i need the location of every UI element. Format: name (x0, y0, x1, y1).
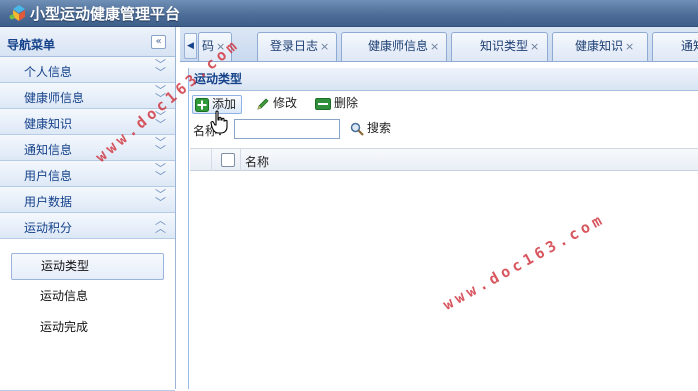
grid-column-divider (240, 149, 241, 171)
close-icon[interactable]: × (216, 40, 225, 53)
sidebar-header: 导航菜单 « (0, 27, 175, 57)
double-chevron-down-icon: ﹀ ﹀ (155, 110, 166, 131)
minus-box-icon (315, 97, 331, 110)
search-icon (350, 122, 364, 136)
close-icon[interactable]: × (430, 40, 439, 53)
tab-bar: ◀ 码× 登录日志× 健康师信息× 知识类型× 健康知识× 通知 (180, 27, 698, 62)
sidebar-item-exercise-points[interactable]: 运动积分 ︿ ︿ (0, 213, 175, 239)
sidebar-item-label: 健康师信息 (24, 91, 85, 105)
sidebar-item-label: 健康知识 (24, 117, 73, 131)
sidebar-subitem-exercise-types[interactable]: 运动类型 (11, 253, 164, 280)
sidebar-title: 导航菜单 (7, 38, 56, 52)
double-chevron-down-icon: ﹀ ﹀ (155, 162, 166, 183)
tab-label: 码 (202, 39, 215, 53)
double-chevron-down-icon: ﹀ ﹀ (155, 188, 166, 209)
pencil-icon (257, 97, 269, 110)
add-button-label: 添加 (212, 97, 237, 111)
sidebar-item-label: 运动积分 (24, 221, 73, 235)
sidebar-item-users[interactable]: 用户信息 ﹀ ﹀ (0, 161, 175, 187)
double-chevron-up-icon: ︿ ︿ (155, 214, 166, 235)
sidebar-item-label: 用户数据 (24, 195, 73, 209)
sidebar-item-user-data[interactable]: 用户数据 ﹀ ﹀ (0, 187, 175, 213)
sidebar-item-label: 通知信息 (24, 143, 73, 157)
search-button[interactable]: 搜索 (350, 120, 391, 139)
sidebar-subitem-exercise-info[interactable]: 运动信息 (11, 284, 164, 311)
grid-body (190, 172, 698, 389)
double-chevron-down-icon: ﹀ ﹀ (155, 58, 166, 79)
tab-label: 健康师信息 (368, 39, 429, 53)
tab-scroll-left-icon[interactable]: ◀ (184, 33, 197, 59)
tab-password[interactable]: 码 × (198, 32, 232, 61)
search-button-label: 搜索 (367, 121, 392, 135)
content-panel: 运动类型 添加 修改 删除 名称： 搜索 名称 (188, 68, 698, 389)
sidebar-item-health-knowledge[interactable]: 健康知识 ﹀ ﹀ (0, 109, 175, 135)
sidebar-item-label: 个人信息 (24, 65, 73, 79)
grid-header: 名称 (190, 148, 698, 171)
tab-health-coach-info[interactable]: 健康师信息 × (341, 32, 447, 61)
sidebar-item-health-coach[interactable]: 健康师信息 ﹀ ﹀ (0, 83, 175, 109)
sidebar-item-label: 用户信息 (24, 169, 73, 183)
search-row: 名称： 搜索 (189, 117, 698, 143)
tab-notifications[interactable]: 通知 (652, 32, 698, 61)
sidebar-submenu: 运动类型 运动信息 运动完成 (0, 239, 175, 391)
double-chevron-down-icon: ﹀ ﹀ (155, 136, 166, 157)
sidebar-item-notifications[interactable]: 通知信息 ﹀ ﹀ (0, 135, 175, 161)
close-icon[interactable]: × (530, 40, 539, 53)
close-icon[interactable]: × (320, 40, 329, 53)
add-icon (195, 97, 209, 112)
edit-button-label: 修改 (273, 96, 298, 110)
tab-label: 知识类型 (480, 39, 529, 53)
double-chevron-down-icon: ﹀ ﹀ (155, 84, 166, 105)
edit-button[interactable]: 修改 (256, 95, 297, 114)
sidebar-item-personal-info[interactable]: 个人信息 ﹀ ﹀ (0, 57, 175, 83)
tab-label: 通知 (681, 39, 698, 53)
tab-label: 登录日志 (270, 39, 319, 53)
sidebar-nav: 导航菜单 « 个人信息 ﹀ ﹀ 健康师信息 ﹀ ﹀ 健康知识 ﹀ ﹀ 通知信息 ﹀ ﹀ … (0, 27, 176, 391)
panel-title: 运动类型 (189, 68, 698, 91)
app-header: 小型运动健康管理平台 (0, 0, 698, 27)
delete-button[interactable]: 删除 (315, 95, 358, 114)
hand-cursor-icon (210, 110, 228, 134)
grid-column-name[interactable]: 名称 (245, 153, 269, 170)
close-icon[interactable]: × (625, 40, 634, 53)
double-chevron-left-icon[interactable]: « (151, 35, 166, 49)
search-input[interactable] (234, 119, 340, 139)
tab-knowledge-types[interactable]: 知识类型 × (451, 32, 548, 61)
delete-button-label: 删除 (334, 96, 359, 110)
grid-rownum-header (190, 149, 212, 171)
sidebar-subitem-exercise-complete[interactable]: 运动完成 (11, 315, 164, 342)
tab-login-log[interactable]: 登录日志 × (257, 32, 337, 61)
app-logo-icon (9, 5, 25, 21)
toolbar: 添加 修改 删除 (189, 91, 698, 117)
app-title: 小型运动健康管理平台 (30, 5, 181, 23)
tab-health-knowledge[interactable]: 健康知识 × (552, 32, 648, 61)
tab-label: 健康知识 (575, 39, 624, 53)
select-all-checkbox[interactable] (221, 153, 235, 167)
